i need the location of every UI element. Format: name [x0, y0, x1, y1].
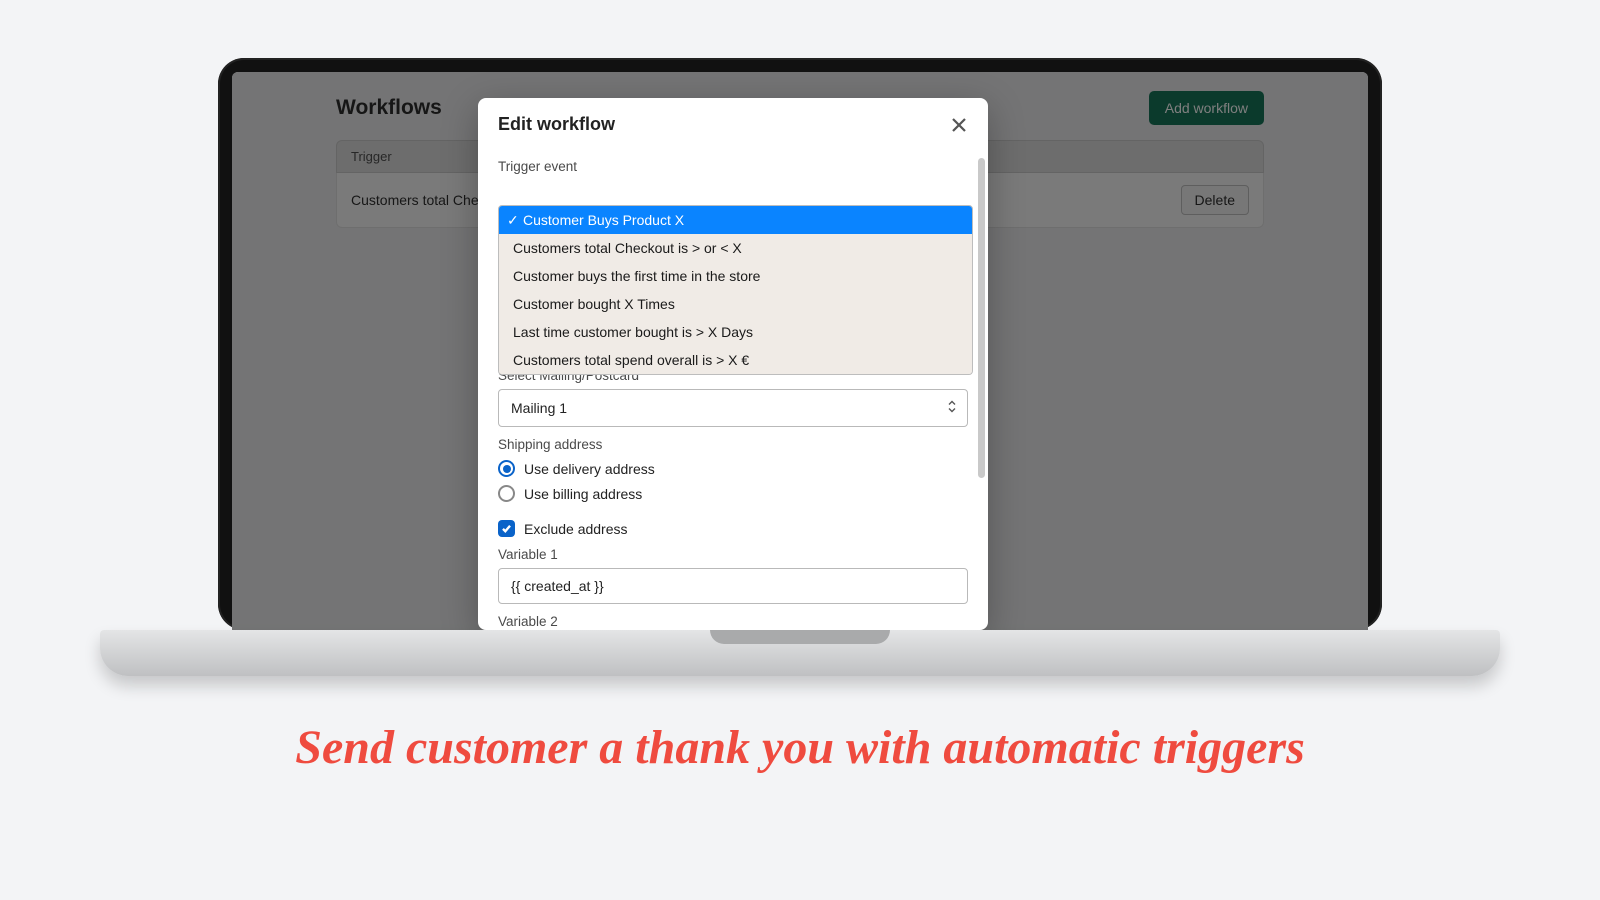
var1-label: Variable 1	[498, 547, 968, 562]
radio-icon	[498, 485, 515, 502]
trigger-option[interactable]: Customers total spend overall is > X €	[499, 346, 972, 374]
edit-workflow-modal: Edit workflow Trigger event Customer Buy…	[478, 98, 988, 630]
radio-billing-label: Use billing address	[524, 486, 642, 502]
trigger-event-dropdown[interactable]: Customer Buys Product X Customers total …	[498, 205, 973, 375]
laptop-lid: Workflows Add workflow Trigger Customers…	[218, 58, 1382, 630]
laptop-frame: Workflows Add workflow Trigger Customers…	[218, 58, 1382, 676]
laptop-notch	[710, 630, 890, 644]
trigger-event-label: Trigger event	[498, 159, 968, 174]
trigger-option[interactable]: Customer buys the first time in the stor…	[499, 262, 972, 290]
trigger-option[interactable]: Last time customer bought is > X Days	[499, 318, 972, 346]
shipping-label: Shipping address	[498, 437, 968, 452]
trigger-option[interactable]: Customer Buys Product X	[499, 206, 972, 234]
laptop-deck	[100, 630, 1500, 676]
exclude-label: Exclude address	[524, 521, 628, 537]
caption: Send customer a thank you with automatic…	[0, 720, 1600, 775]
chevron-sort-icon	[947, 400, 957, 417]
modal-title: Edit workflow	[498, 114, 615, 135]
mailing-select[interactable]: Mailing 1	[498, 389, 968, 427]
exclude-checkbox[interactable]: Exclude address	[498, 520, 968, 537]
radio-delivery-label: Use delivery address	[524, 461, 655, 477]
trigger-option[interactable]: Customers total Checkout is > or < X	[499, 234, 972, 262]
radio-delivery[interactable]: Use delivery address	[498, 460, 968, 477]
radio-billing[interactable]: Use billing address	[498, 485, 968, 502]
var2-label: Variable 2	[498, 614, 968, 629]
close-icon[interactable]	[950, 116, 968, 134]
var1-input[interactable]: {{ created_at }}	[498, 568, 968, 604]
checkbox-icon	[498, 520, 515, 537]
mailing-value: Mailing 1	[511, 400, 567, 416]
radio-icon	[498, 460, 515, 477]
screen: Workflows Add workflow Trigger Customers…	[232, 72, 1368, 630]
trigger-option[interactable]: Customer bought X Times	[499, 290, 972, 318]
